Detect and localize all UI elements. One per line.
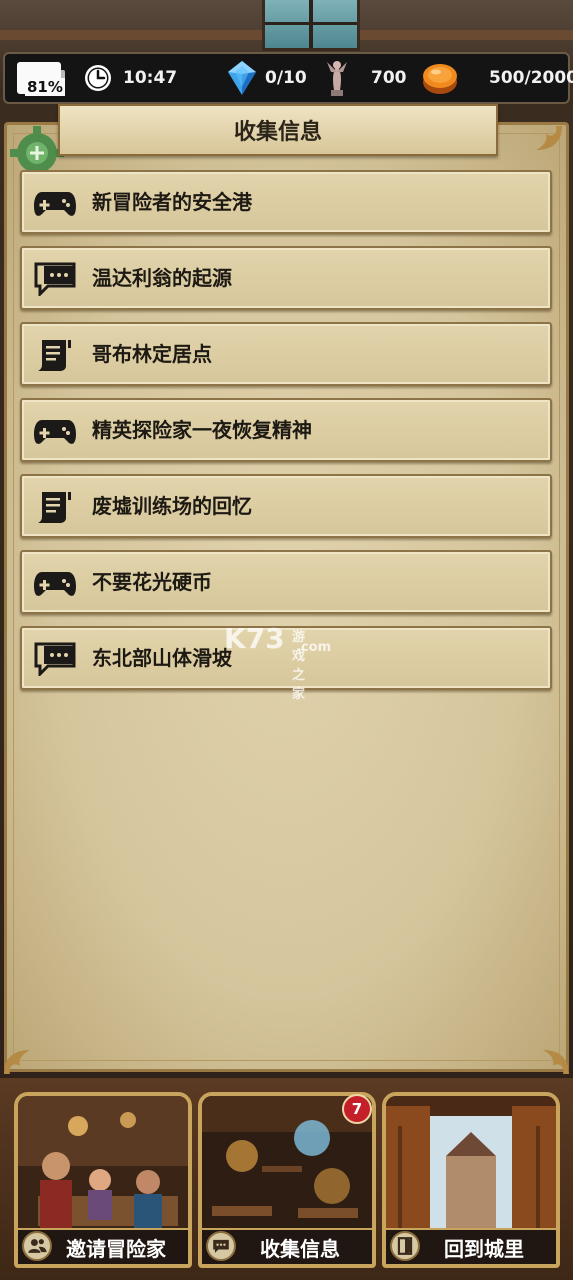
battery-percent: 81% [25,78,65,96]
background-window [262,0,360,51]
scroll-icon [38,340,71,371]
gamepad-icon [34,192,76,216]
list-item[interactable]: 精英探险家一夜恢复精神 [20,398,552,462]
invite-adventurer-button[interactable]: 邀请冒险家 [14,1092,192,1268]
list-item[interactable]: 哥布林定居点 [20,322,552,386]
corner-flourish-icon [536,126,562,150]
list-item-label: 东北部山体滑坡 [92,646,232,670]
clock-time: 10:47 [123,68,178,88]
door-icon [390,1231,420,1261]
statue-icon [327,61,347,96]
chat-icon [206,1231,236,1261]
notification-badge: 7 [342,1094,372,1124]
panel-title: 收集信息 [58,104,498,156]
status-bar: 81% 10:47 0/10 700 500/2000 [3,52,573,104]
scroll-icon [38,492,71,523]
statue-count: 700 [371,68,407,88]
list-item[interactable]: 新冒险者的安全港 [20,170,552,234]
watermark-domain: .com [296,640,332,655]
list-item-label: 温达利翁的起源 [92,266,232,290]
coin-icon [423,64,457,94]
people-icon [22,1231,52,1261]
list-item-label: 新冒险者的安全港 [92,190,252,214]
list-item-label: 哥布林定居点 [92,342,212,366]
corner-flourish-icon [543,1050,569,1074]
list-item[interactable]: 不要花光硬币 [20,550,552,614]
list-item[interactable]: 废墟训练场的回忆 [20,474,552,538]
clock-icon [85,65,111,91]
watermark: K73 游戏之家 .com [224,622,331,702]
gamepad-icon [34,420,76,444]
chat-bubble-icon [34,262,76,296]
list-item[interactable]: 温达利翁的起源 [20,246,552,310]
gem-count: 0/10 [265,68,307,88]
list-item-label: 不要花光硬币 [92,570,212,594]
list-item-label: 废墟训练场的回忆 [92,494,252,518]
watermark-main: K73 [224,622,285,655]
gem-icon [228,61,256,95]
chat-bubble-icon [34,642,76,676]
return-to-town-button[interactable]: 回到城里 [382,1092,560,1268]
watermark-sub: 游戏之家 [292,630,306,702]
corner-flourish-icon [4,1050,30,1074]
list-item[interactable]: 东北部山体滑坡 [20,626,552,690]
list-item-label: 精英探险家一夜恢复精神 [92,418,312,442]
coin-count: 500/2000 [489,68,573,88]
gamepad-icon [34,572,76,596]
